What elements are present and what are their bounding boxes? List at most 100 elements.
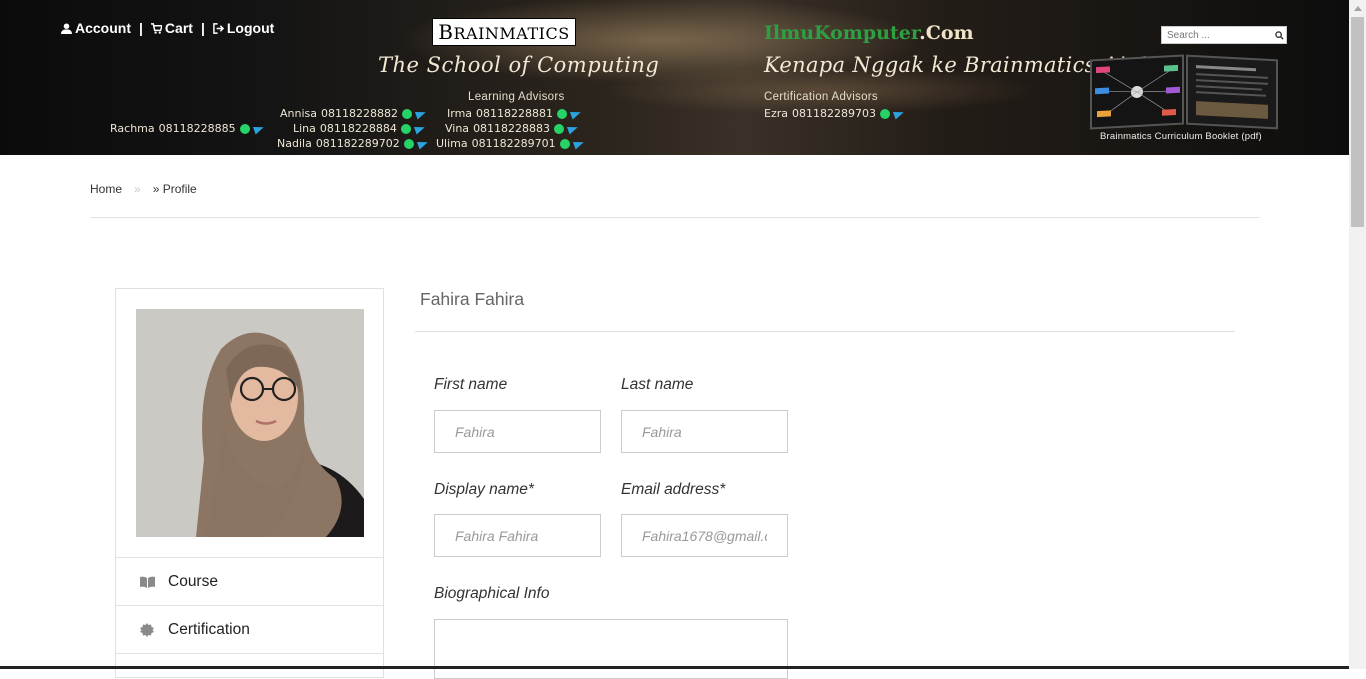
sidebar-item-certification[interactable]: Certification bbox=[116, 605, 383, 654]
site-name[interactable]: IlmuKomputer.Com bbox=[764, 22, 974, 44]
whatsapp-icon[interactable] bbox=[557, 108, 568, 119]
booklet-text-graphic bbox=[1196, 65, 1268, 119]
logo-part3: MATICS bbox=[499, 24, 570, 43]
avatar bbox=[136, 309, 364, 537]
telegram-icon[interactable] bbox=[252, 123, 265, 134]
advisor-nadila: Nadila 081182289702 bbox=[277, 137, 429, 150]
profile-photo bbox=[136, 309, 364, 537]
sidebar-item-label: Course bbox=[168, 572, 218, 590]
logo-part1: B bbox=[438, 20, 454, 44]
display-name-label: Display name* bbox=[434, 481, 534, 498]
account-label: Account bbox=[75, 20, 131, 36]
nav-separator: | bbox=[139, 20, 143, 36]
advisor-rachma: Rachma 08118228885 bbox=[110, 122, 265, 135]
scrollbar-thumb[interactable] bbox=[1351, 17, 1364, 227]
sidebar-item-label: Certification bbox=[168, 620, 250, 638]
whatsapp-icon[interactable] bbox=[879, 108, 890, 119]
telegram-icon[interactable] bbox=[892, 108, 906, 119]
email-field[interactable] bbox=[621, 514, 788, 557]
nav-separator: | bbox=[200, 20, 205, 36]
advisor-phone: 08118228885 bbox=[158, 122, 236, 135]
bio-label: Biographical Info bbox=[434, 585, 550, 602]
account-link[interactable]: Account bbox=[61, 20, 131, 36]
advisor-phone: 081182289701 bbox=[471, 137, 556, 150]
first-name-field[interactable] bbox=[434, 410, 601, 453]
advisor-phone: 08118228883 bbox=[473, 122, 551, 135]
logout-label: Logout bbox=[226, 20, 275, 36]
sidebar-item-course[interactable]: Course bbox=[116, 557, 383, 605]
advisor-phone: 08118228884 bbox=[319, 122, 397, 135]
advisor-name: Ulima bbox=[436, 137, 468, 150]
header-banner: Account | Cart | Logout BRAINMATICS The … bbox=[0, 0, 1349, 155]
brainmatics-logo[interactable]: BRAINMATICS bbox=[432, 18, 576, 46]
page-scrollbar[interactable] bbox=[1349, 0, 1366, 669]
top-nav: Account | Cart | Logout bbox=[61, 20, 274, 36]
site-name-part1: IlmuKomputer bbox=[764, 22, 920, 44]
advisor-lina: Lina 08118228884 bbox=[293, 122, 426, 135]
advisor-name: Rachma bbox=[110, 122, 155, 135]
cart-link[interactable]: Cart bbox=[150, 20, 193, 36]
first-name-label: First name bbox=[434, 376, 508, 393]
cart-icon bbox=[150, 22, 162, 34]
advisor-phone: 081182289702 bbox=[315, 137, 400, 150]
advisor-name: Irma bbox=[447, 107, 473, 120]
search-button[interactable] bbox=[1272, 27, 1286, 43]
breadcrumb-current: » Profile bbox=[152, 182, 197, 196]
whatsapp-icon[interactable] bbox=[400, 123, 411, 134]
advisor-name: Annisa bbox=[280, 107, 317, 120]
display-name-field[interactable] bbox=[434, 514, 601, 557]
last-name-field[interactable] bbox=[621, 410, 788, 453]
advisor-annisa: Annisa 08118228882 bbox=[280, 107, 428, 120]
certificate-icon bbox=[138, 622, 156, 637]
advisor-ezra: Ezra 081182289703 bbox=[764, 107, 906, 120]
whatsapp-icon[interactable] bbox=[239, 123, 250, 134]
breadcrumb-separator: » bbox=[134, 182, 141, 196]
whatsapp-icon[interactable] bbox=[403, 138, 414, 149]
advisor-name: Vina bbox=[445, 122, 470, 135]
tagline: The School of Computing bbox=[378, 53, 660, 77]
advisor-phone: 081182289703 bbox=[792, 107, 876, 120]
booklet-caption[interactable]: Brainmatics Curriculum Booklet (pdf) bbox=[1100, 131, 1262, 142]
advisor-irma: Irma 08118228881 bbox=[447, 107, 583, 120]
scroll-up-arrow-icon[interactable] bbox=[1349, 0, 1366, 17]
telegram-icon[interactable] bbox=[566, 123, 580, 134]
advisor-phone: 08118228881 bbox=[476, 107, 554, 120]
whatsapp-icon[interactable] bbox=[554, 123, 565, 134]
sign-out-icon bbox=[213, 22, 224, 34]
certification-advisors-title: Certification Advisors bbox=[764, 91, 878, 103]
advisor-phone: 08118228882 bbox=[321, 107, 398, 120]
advisor-name: Nadila bbox=[277, 137, 312, 150]
whatsapp-icon[interactable] bbox=[559, 138, 570, 149]
advisor-name: Lina bbox=[293, 122, 316, 135]
breadcrumb: Home » » Profile bbox=[90, 182, 197, 196]
logo-part2: RAIN bbox=[453, 24, 500, 43]
advisor-ulima: Ulima 081182289701 bbox=[436, 137, 585, 150]
whatsapp-icon[interactable] bbox=[401, 108, 412, 119]
profile-sidebar: Course Certification bbox=[115, 288, 384, 678]
last-name-label: Last name bbox=[621, 376, 694, 393]
advisor-vina: Vina 08118228883 bbox=[445, 122, 580, 135]
telegram-icon[interactable] bbox=[572, 138, 585, 149]
telegram-icon[interactable] bbox=[569, 108, 583, 119]
telegram-icon[interactable] bbox=[413, 123, 426, 134]
telegram-icon[interactable] bbox=[414, 108, 428, 119]
site-name-part2: .Com bbox=[919, 22, 974, 44]
user-icon bbox=[61, 22, 72, 34]
profile-name-heading: Fahira Fahira bbox=[420, 289, 525, 309]
bio-textarea[interactable] bbox=[434, 619, 788, 679]
logout-link[interactable]: Logout bbox=[213, 20, 274, 36]
learning-advisors-title: Learning Advisors bbox=[468, 91, 565, 103]
book-icon bbox=[138, 576, 156, 588]
curriculum-booklet-image[interactable] bbox=[1090, 54, 1278, 130]
search-input[interactable] bbox=[1162, 28, 1272, 42]
booklet-page-right bbox=[1186, 54, 1278, 130]
telegram-icon[interactable] bbox=[416, 138, 429, 149]
booklet-page-left bbox=[1090, 54, 1184, 130]
email-label: Email address* bbox=[621, 481, 726, 498]
breadcrumb-home[interactable]: Home bbox=[90, 182, 122, 196]
search-box bbox=[1161, 26, 1287, 44]
heading-divider bbox=[415, 331, 1235, 332]
cart-label: Cart bbox=[164, 20, 193, 36]
breadcrumb-divider bbox=[90, 217, 1260, 218]
search-icon bbox=[1274, 30, 1284, 40]
